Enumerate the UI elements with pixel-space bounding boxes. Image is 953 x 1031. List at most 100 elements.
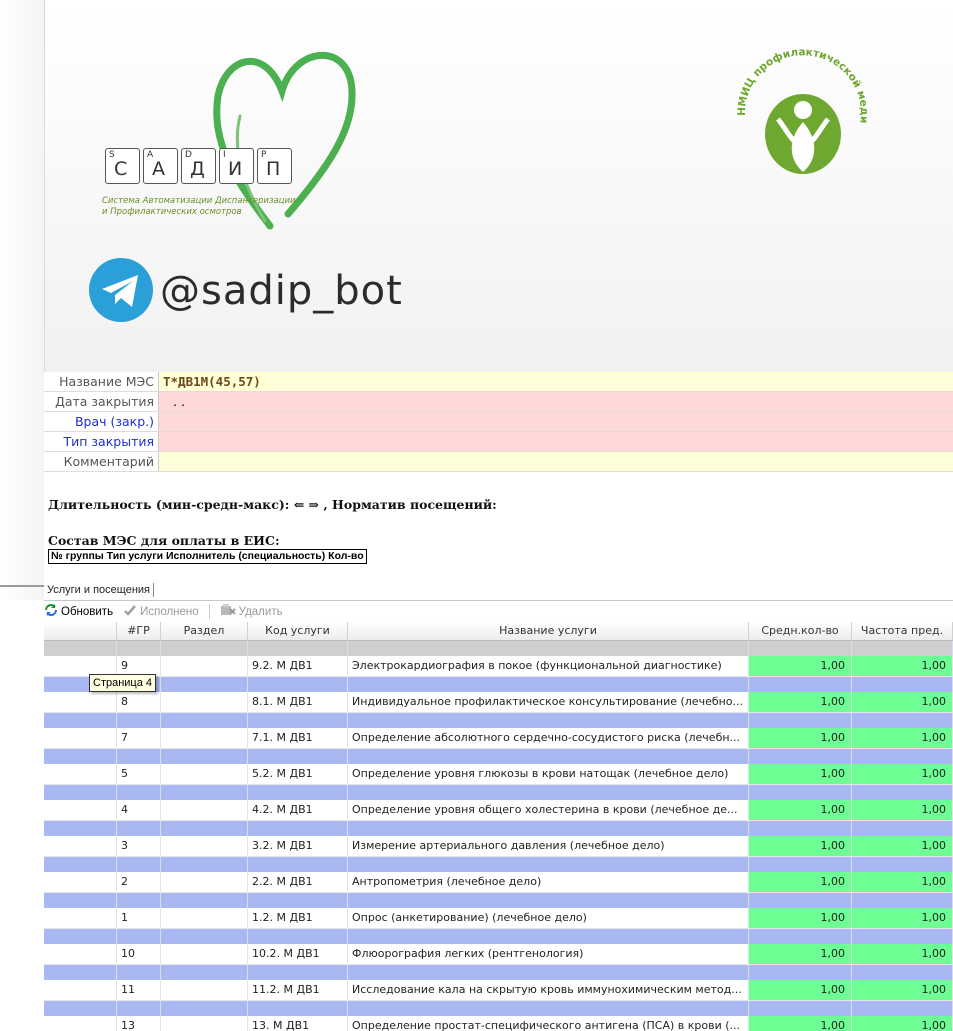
table-row[interactable]: 2 2.2. М ДВ1 Антропометрия (лечебное дел… xyxy=(44,872,953,893)
avg-count-cell: 1,00 xyxy=(749,872,852,892)
group-separator-row xyxy=(44,821,953,836)
close-type-field[interactable] xyxy=(159,432,953,451)
grid-cell xyxy=(117,821,161,836)
avg-count-cell: 1,00 xyxy=(749,800,852,820)
grid-cell xyxy=(44,893,117,908)
logo-key: IИ xyxy=(219,148,254,184)
grid-cell xyxy=(44,785,117,800)
group-number-cell: 11 xyxy=(117,980,161,1000)
close-date-field[interactable]: . . xyxy=(159,392,953,411)
grid-cell xyxy=(161,749,248,764)
section-cell xyxy=(161,836,248,856)
grid-cell xyxy=(117,785,161,800)
grid-cell xyxy=(749,1001,852,1016)
column-header-code[interactable]: Код услуги xyxy=(248,622,348,640)
done-button[interactable]: Исполнено xyxy=(123,603,199,620)
table-row[interactable]: 7 7.1. М ДВ1 Определение абсолютного сер… xyxy=(44,728,953,749)
key-small-letter: I xyxy=(223,150,226,160)
column-header-group[interactable]: #ГР xyxy=(117,622,161,640)
refresh-button[interactable]: Обновить xyxy=(44,603,113,620)
close-type-label-link[interactable]: Тип закрытия xyxy=(44,432,159,451)
group-number-cell: 9 xyxy=(117,656,161,676)
frequency-cell: 1,00 xyxy=(852,692,953,712)
service-name-cell: Индивидуальное профилактическое консульт… xyxy=(348,692,749,712)
avg-count-cell: 1,00 xyxy=(749,656,852,676)
form-row-close-type: Тип закрытия xyxy=(44,432,953,452)
grid-cell xyxy=(749,821,852,836)
group-number-cell: 7 xyxy=(117,728,161,748)
grid-cell xyxy=(852,821,953,836)
comment-label: Комментарий xyxy=(44,452,159,471)
key-big-letter: А xyxy=(152,158,165,180)
frequency-cell: 1,00 xyxy=(852,764,953,784)
grid-cell xyxy=(749,713,852,728)
comment-field[interactable] xyxy=(159,452,953,471)
frequency-cell: 1,00 xyxy=(852,656,953,676)
grid-cell xyxy=(852,857,953,872)
table-row[interactable]: 8 8.1. М ДВ1 Индивидуальное профилактиче… xyxy=(44,692,953,713)
table-row[interactable]: 1 1.2. М ДВ1 Опрос (анкетирование) (лече… xyxy=(44,908,953,929)
form-row-close-date: Дата закрытия . . xyxy=(44,392,953,412)
group-separator-row xyxy=(44,929,953,944)
column-header-section[interactable]: Раздел xyxy=(161,622,248,640)
grid-cell xyxy=(248,641,348,656)
column-header-service-name[interactable]: Название услуги xyxy=(348,622,749,640)
grid-cell xyxy=(248,821,348,836)
grid-cell xyxy=(852,785,953,800)
grid-cell xyxy=(161,893,248,908)
grid-cell xyxy=(44,980,117,1000)
grid-cell xyxy=(852,893,953,908)
grid-cell xyxy=(248,929,348,944)
grid-cell xyxy=(117,713,161,728)
grid-cell xyxy=(348,893,749,908)
group-separator-row xyxy=(44,857,953,872)
group-number-cell: 5 xyxy=(117,764,161,784)
avg-count-cell: 1,00 xyxy=(749,980,852,1000)
page-tooltip: Страница 4 xyxy=(89,674,157,692)
grid-cell xyxy=(161,857,248,872)
grid-cell xyxy=(248,677,348,692)
group-separator-row xyxy=(44,785,953,800)
form-row-doctor: Врач (закр.) xyxy=(44,412,953,432)
grid-cell xyxy=(161,641,248,656)
group-number-cell: 10 xyxy=(117,944,161,964)
grid-cell xyxy=(161,821,248,836)
table-row[interactable]: 4 4.2. М ДВ1 Определение уровня общего х… xyxy=(44,800,953,821)
column-header-avg-count[interactable]: Средн.кол-во xyxy=(749,622,852,640)
frequency-cell: 1,00 xyxy=(852,944,953,964)
frequency-cell: 1,00 xyxy=(852,1016,953,1031)
mes-name-field[interactable]: Т*ДВ1М(45,57) xyxy=(159,372,953,391)
service-name-cell: Определение абсолютного сердечно-сосудис… xyxy=(348,728,749,748)
doctor-label-link[interactable]: Врач (закр.) xyxy=(44,412,159,431)
grid-cell xyxy=(248,713,348,728)
grid-cell xyxy=(248,965,348,980)
refresh-icon xyxy=(44,603,58,620)
table-row[interactable]: 13 13. М ДВ1 Определение простат-специфи… xyxy=(44,1016,953,1031)
column-header[interactable] xyxy=(44,622,117,640)
table-row[interactable]: 9 9.2. М ДВ1 Электрокардиография в покое… xyxy=(44,656,953,677)
service-code-cell: 5.2. М ДВ1 xyxy=(248,764,348,784)
composition-table-header: № группы Тип услуги Исполнитель (специал… xyxy=(48,549,367,564)
delete-button[interactable]: Удалить xyxy=(220,603,283,620)
table-row[interactable]: 11 11.2. М ДВ1 Исследование кала на скры… xyxy=(44,980,953,1001)
table-row[interactable]: 5 5.2. М ДВ1 Определение уровня глюкозы … xyxy=(44,764,953,785)
section-cell xyxy=(161,764,248,784)
grid-cell xyxy=(117,857,161,872)
section-cell xyxy=(161,692,248,712)
service-code-cell: 4.2. М ДВ1 xyxy=(248,800,348,820)
bot-name: @sadip_bot xyxy=(160,268,403,314)
tab-bar: Услуги и посещения xyxy=(44,580,953,601)
tab-services-visits[interactable]: Услуги и посещения xyxy=(44,583,154,597)
mes-form: Название МЭС Т*ДВ1М(45,57) Дата закрытия… xyxy=(44,372,953,472)
grid-cell xyxy=(44,872,117,892)
table-row[interactable]: 3 3.2. М ДВ1 Измерение артериального дав… xyxy=(44,836,953,857)
service-code-cell: 7.1. М ДВ1 xyxy=(248,728,348,748)
group-separator-row xyxy=(44,749,953,764)
grid-header: #ГР Раздел Код услуги Название услуги Ср… xyxy=(44,622,953,641)
banner-left-shade xyxy=(0,0,44,600)
column-header-frequency[interactable]: Частота пред. xyxy=(852,622,953,640)
grid-cell xyxy=(749,785,852,800)
delete-label: Удалить xyxy=(238,605,283,618)
doctor-field[interactable] xyxy=(159,412,953,431)
table-row[interactable]: 10 10.2. М ДВ1 Флюорография легких (рент… xyxy=(44,944,953,965)
